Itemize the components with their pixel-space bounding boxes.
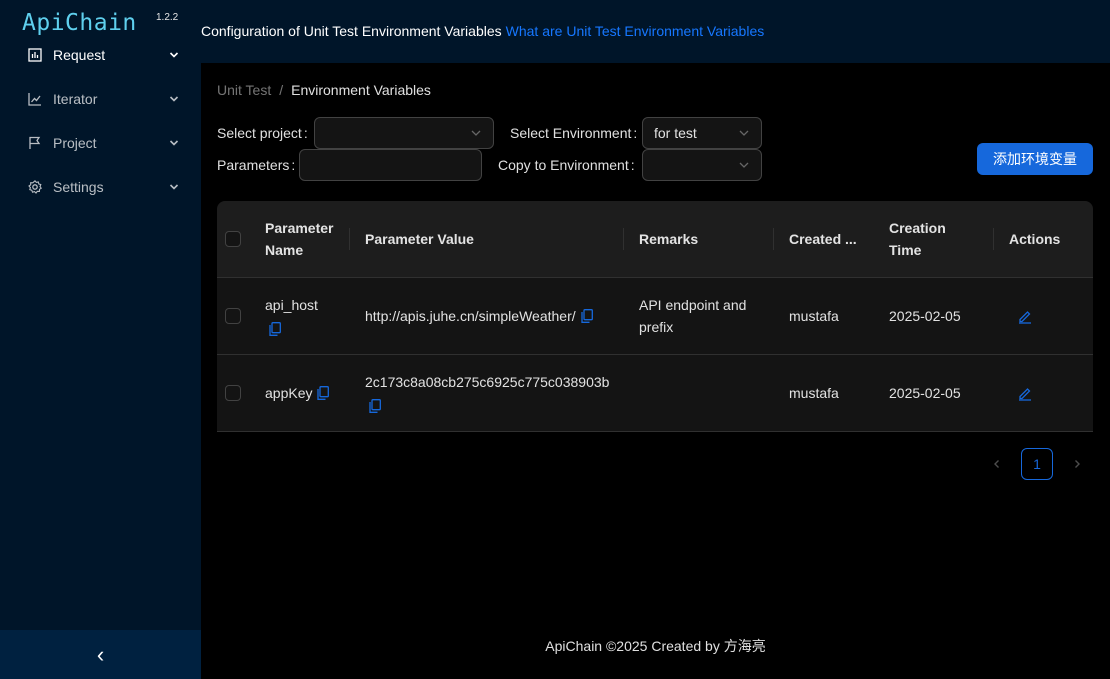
copy-environment-select[interactable] — [642, 149, 762, 181]
environment-select-value: for test — [654, 125, 697, 141]
cell-actions — [993, 278, 1093, 354]
row-select-cell — [217, 355, 249, 431]
copy-environment-label: Copy to Environment: — [498, 157, 635, 173]
chevron-down-icon — [169, 52, 179, 58]
copy-icon[interactable] — [269, 321, 281, 336]
cell-created-by: mustafa — [789, 385, 839, 401]
select-all-checkbox[interactable] — [225, 231, 241, 247]
flag-icon — [28, 136, 42, 150]
edit-icon[interactable] — [1017, 385, 1033, 401]
cell-parameter-name: api_host — [249, 278, 349, 354]
cell-creation-time: 2025-02-05 — [889, 308, 961, 324]
chevron-down-icon — [169, 96, 179, 102]
row-checkbox[interactable] — [225, 308, 241, 324]
cell-actions — [993, 355, 1093, 431]
chevron-down-icon — [169, 140, 179, 146]
page-header: Configuration of Unit Test Environment V… — [201, 0, 1110, 63]
sidebar: ApiChain 1.2.2 Request Iterator Project — [0, 0, 201, 679]
gear-icon — [28, 180, 42, 194]
header-parameter-name: Parameter Name — [265, 220, 334, 258]
project-label: Select project: — [217, 125, 308, 141]
table-header: Parameter Name Parameter Value Remarks Cr… — [217, 201, 1093, 278]
sidebar-item-label: Iterator — [53, 91, 98, 107]
chevron-left-icon: ‹ — [96, 641, 105, 667]
breadcrumb: Unit Test / Environment Variables — [217, 82, 431, 98]
row-select-cell — [217, 278, 249, 354]
row-checkbox[interactable] — [225, 385, 241, 401]
chevron-down-icon — [739, 162, 749, 168]
next-page-button[interactable] — [1061, 448, 1093, 480]
cell-parameter-value: 2c173c8a08cb275c6925c775c038903b — [349, 355, 623, 431]
select-all-cell — [217, 201, 249, 277]
breadcrumb-parent[interactable]: Unit Test — [217, 82, 271, 98]
header-remarks: Remarks — [623, 201, 773, 277]
chevron-down-icon — [739, 130, 749, 136]
edit-icon[interactable] — [1017, 308, 1033, 324]
sidebar-item-label: Project — [53, 135, 97, 151]
bar-chart-icon — [28, 48, 42, 62]
header-title-text: Configuration of Unit Test Environment V… — [201, 22, 502, 39]
environment-label: Select Environment: — [510, 125, 638, 141]
sidebar-item-project[interactable]: Project — [0, 121, 201, 165]
sidebar-item-label: Request — [53, 47, 106, 63]
header-title: Configuration of Unit Test Environment V… — [201, 23, 764, 39]
chevron-down-icon — [169, 184, 179, 190]
prev-page-button[interactable] — [981, 448, 1013, 480]
env-variables-table: Parameter Name Parameter Value Remarks Cr… — [217, 201, 1093, 432]
parameter-value-text: 2c173c8a08cb275c6925c775c038903b — [365, 373, 610, 390]
cell-remarks — [623, 355, 773, 431]
header-help-link[interactable]: What are Unit Test Environment Variables — [506, 23, 765, 39]
pagination: 1 — [981, 448, 1093, 480]
parameter-value-text: http://apis.juhe.cn/simpleWeather/ — [365, 308, 576, 324]
table-row: appKey 2c173c8a08cb275c6925c775c038903b … — [217, 355, 1093, 432]
copy-icon[interactable] — [317, 386, 330, 400]
page-number-button[interactable]: 1 — [1021, 448, 1053, 480]
cell-parameter-name: appKey — [249, 355, 349, 431]
header-actions: Actions — [993, 201, 1093, 277]
header-creation-time: Creation Time — [889, 220, 946, 258]
sidebar-menu: Request Iterator Project Settings — [0, 33, 201, 209]
parameters-label: Parameters: — [217, 157, 296, 173]
copy-icon[interactable] — [580, 309, 593, 323]
parameters-input[interactable] — [299, 149, 482, 181]
cell-created-by: mustafa — [789, 308, 839, 324]
sidebar-item-iterator[interactable]: Iterator — [0, 77, 201, 121]
table-row: api_host http://apis.juhe.cn/simpleWeath… — [217, 278, 1093, 355]
header-parameter-value: Parameter Value — [349, 201, 623, 277]
sidebar-item-settings[interactable]: Settings — [0, 165, 201, 209]
project-select[interactable] — [314, 117, 494, 149]
sidebar-item-label: Settings — [53, 179, 104, 195]
breadcrumb-current: Environment Variables — [291, 82, 431, 98]
breadcrumb-separator: / — [279, 82, 284, 98]
parameter-name-text: appKey — [265, 385, 313, 401]
app-version: 1.2.2 — [156, 12, 179, 23]
copy-icon[interactable] — [369, 398, 381, 413]
add-environment-variable-button[interactable]: 添加环境变量 — [977, 143, 1093, 175]
cell-creation-time: 2025-02-05 — [889, 385, 961, 401]
header-created-by: Created ... — [773, 201, 873, 277]
footer-text: ApiChain ©2025 Created by 方海亮 — [545, 638, 766, 654]
sidebar-collapse-button[interactable]: ‹ — [0, 630, 201, 679]
cell-remarks: API endpoint and prefix — [639, 297, 747, 335]
sidebar-item-request[interactable]: Request — [0, 33, 201, 77]
line-chart-icon — [28, 92, 42, 106]
cell-parameter-value: http://apis.juhe.cn/simpleWeather/ — [349, 278, 623, 354]
parameter-name-text: api_host — [265, 296, 318, 313]
chevron-left-icon — [994, 460, 999, 468]
main-content: Unit Test / Environment Variables Select p… — [201, 63, 1110, 679]
environment-select[interactable]: for test — [642, 117, 762, 149]
chevron-down-icon — [471, 130, 481, 136]
chevron-right-icon — [1075, 460, 1080, 468]
